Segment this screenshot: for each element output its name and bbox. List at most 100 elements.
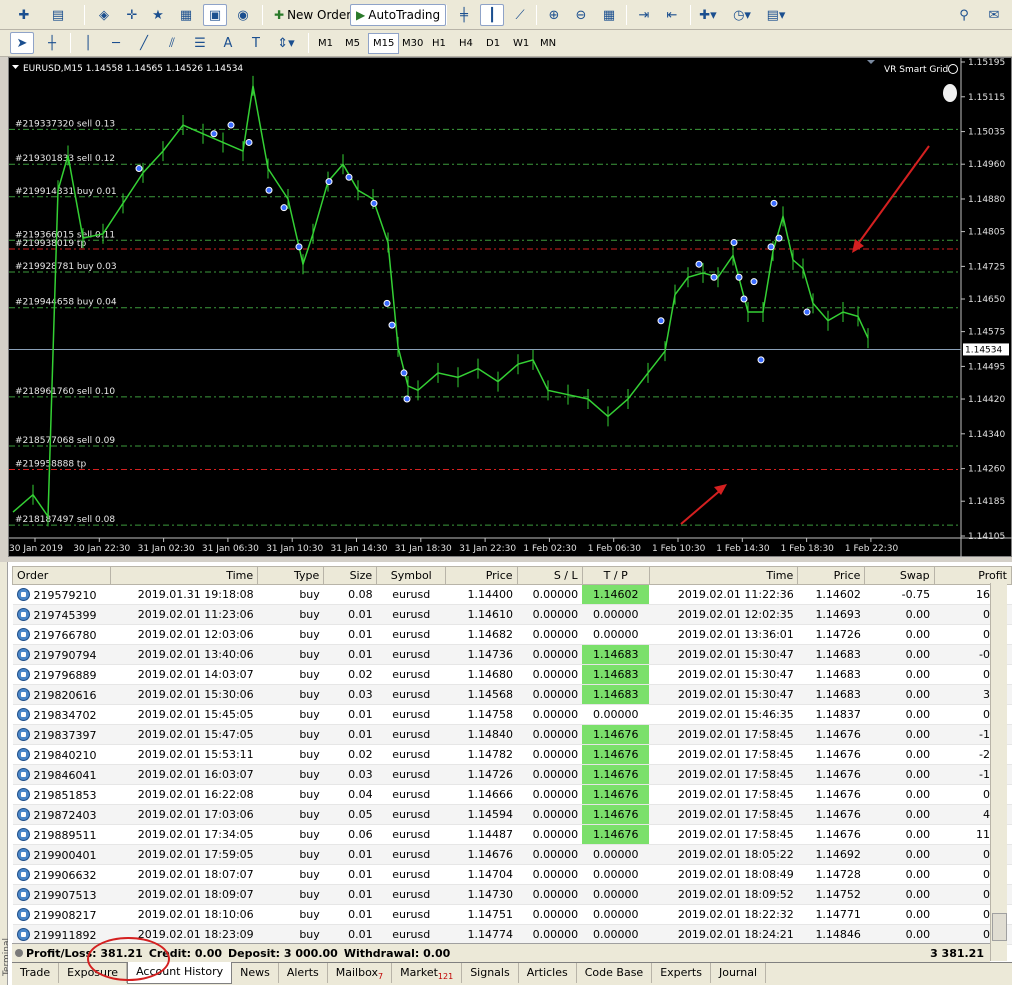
search-icon[interactable]: ⚲ bbox=[952, 4, 976, 26]
text-label-icon[interactable]: T bbox=[244, 32, 268, 54]
terminal-sidebar: Terminal bbox=[0, 562, 12, 985]
tab-market[interactable]: Market121 bbox=[392, 963, 463, 983]
timeframe-h4[interactable]: H4 bbox=[455, 33, 477, 54]
data-window-icon[interactable]: ▦ bbox=[174, 4, 198, 26]
tab-label: News bbox=[240, 966, 270, 979]
column-header-s-l[interactable]: S / L bbox=[516, 566, 583, 585]
smiley-icon bbox=[948, 64, 958, 74]
column-header-profit[interactable]: Profit bbox=[933, 566, 1012, 585]
column-header-swap[interactable]: Swap bbox=[864, 566, 935, 585]
tab-articles[interactable]: Articles bbox=[519, 963, 577, 983]
new-order-button[interactable]: ✚ New Order bbox=[268, 4, 357, 26]
column-header-time[interactable]: Time bbox=[109, 566, 259, 585]
column-header-type[interactable]: Type bbox=[257, 566, 325, 585]
zoom-out-icon[interactable]: ⊖ bbox=[569, 4, 593, 26]
timeframe-m5[interactable]: M5 bbox=[341, 33, 364, 54]
market-watch-icon[interactable]: ◈ bbox=[92, 4, 116, 26]
timeframe-mn[interactable]: MN bbox=[536, 33, 560, 54]
scrollbar-thumb[interactable] bbox=[992, 913, 1007, 941]
table-row[interactable]: 219851853 2019.02.01 16:22:08 buy 0.04 eurus… bbox=[12, 784, 1012, 805]
indicators-icon[interactable]: ✚▾ bbox=[696, 4, 720, 26]
order-cell: 219820616 bbox=[12, 684, 111, 705]
table-row[interactable]: 219900401 2019.02.01 17:59:05 buy 0.01 eurus… bbox=[12, 844, 1012, 865]
table-row[interactable]: 219766780 2019.02.01 12:03:06 buy 0.01 eurus… bbox=[12, 624, 1012, 645]
tab-news[interactable]: News bbox=[232, 963, 279, 983]
column-header-price[interactable]: Price bbox=[797, 566, 866, 585]
order-number: 219851853 bbox=[33, 788, 97, 802]
table-row[interactable]: 219579210 2019.01.31 19:18:08 buy 0.08 eurus… bbox=[12, 584, 1012, 605]
line-chart-icon[interactable]: ⟋ bbox=[508, 4, 532, 26]
candlestick-icon[interactable]: ┃ bbox=[480, 4, 504, 26]
order-cell: 219889511 bbox=[12, 824, 111, 845]
table-row[interactable]: 219790794 2019.02.01 13:40:06 buy 0.01 eurus… bbox=[12, 644, 1012, 665]
zoom-in-icon[interactable]: ⊕ bbox=[542, 4, 566, 26]
table-row[interactable]: 219906632 2019.02.01 18:07:07 buy 0.01 eurus… bbox=[12, 864, 1012, 885]
crosshair-tool-icon[interactable]: ┼ bbox=[40, 32, 64, 54]
table-row[interactable]: 219834702 2019.02.01 15:45:05 buy 0.01 eurus… bbox=[12, 704, 1012, 725]
text-tool-icon[interactable]: A bbox=[216, 32, 240, 54]
order-line-label: #219337320 sell 0.13 bbox=[15, 119, 115, 129]
column-header-symbol[interactable]: Symbol bbox=[376, 566, 447, 585]
column-header-time[interactable]: Time bbox=[648, 566, 799, 585]
horizontal-line-icon[interactable]: ─ bbox=[104, 32, 128, 54]
trendline-icon[interactable]: ╱ bbox=[132, 32, 156, 54]
timeframe-m1[interactable]: M1 bbox=[314, 33, 337, 54]
tab-trade[interactable]: Trade bbox=[12, 963, 60, 983]
current-price-label: 1.14534 bbox=[965, 345, 1002, 355]
vertical-line-icon[interactable]: │ bbox=[76, 32, 100, 54]
timeframe-m30[interactable]: M30 bbox=[398, 33, 427, 54]
table-row[interactable]: 219907513 2019.02.01 18:09:07 buy 0.01 eurus… bbox=[12, 884, 1012, 905]
price-chart[interactable]: 1.15195 1.15115 1.15035 1.14960 1.14880 1.148… bbox=[8, 57, 1012, 558]
timeframe-d1[interactable]: D1 bbox=[482, 33, 504, 54]
equidistant-channel-icon[interactable]: ⫽ bbox=[160, 32, 184, 54]
tile-windows-icon[interactable]: ▦ bbox=[597, 4, 621, 26]
table-row[interactable]: 219846041 2019.02.01 16:03:07 buy 0.03 eurus… bbox=[12, 764, 1012, 785]
table-row[interactable]: 219872403 2019.02.01 17:03:06 buy 0.05 eurus… bbox=[12, 804, 1012, 825]
crosshair-icon[interactable]: ✛ bbox=[120, 4, 144, 26]
table-row[interactable]: 219796889 2019.02.01 14:03:07 buy 0.02 eurus… bbox=[12, 664, 1012, 685]
column-header-price[interactable]: Price bbox=[445, 566, 518, 585]
table-row[interactable]: 219911892 2019.02.01 18:23:09 buy 0.01 eurus… bbox=[12, 924, 1012, 945]
templates-icon[interactable]: ▤▾ bbox=[764, 4, 788, 26]
navigator-icon[interactable]: ★ bbox=[146, 4, 170, 26]
table-row[interactable]: 219840210 2019.02.01 15:53:11 buy 0.02 eurus… bbox=[12, 744, 1012, 765]
cursor-icon[interactable]: ➤ bbox=[10, 32, 34, 54]
autotrading-button[interactable]: ▶ AutoTrading bbox=[350, 4, 447, 26]
table-row[interactable]: 219889511 2019.02.01 17:34:05 buy 0.06 eurus… bbox=[12, 824, 1012, 845]
table-row[interactable]: 219820616 2019.02.01 15:30:06 buy 0.03 eurus… bbox=[12, 684, 1012, 705]
tab-label: Trade bbox=[20, 966, 51, 979]
timeframe-h1[interactable]: H1 bbox=[428, 33, 450, 54]
fibonacci-icon[interactable]: ☰ bbox=[188, 32, 212, 54]
timeframe-m15[interactable]: M15 bbox=[368, 33, 400, 54]
tab-signals[interactable]: Signals bbox=[462, 963, 519, 983]
tab-mailbox[interactable]: Mailbox7 bbox=[328, 963, 393, 983]
terminal-icon[interactable]: ▣ bbox=[203, 4, 227, 26]
tab-alerts[interactable]: Alerts bbox=[279, 963, 328, 983]
vertical-scrollbar[interactable] bbox=[990, 583, 1007, 961]
tab-code-base[interactable]: Code Base bbox=[577, 963, 653, 983]
table-cell: 0.00000 bbox=[517, 704, 583, 725]
tab-label: Articles bbox=[526, 966, 568, 979]
timeframe-w1[interactable]: W1 bbox=[509, 33, 533, 54]
shapes-dropdown-icon[interactable]: ⇕▾ bbox=[274, 32, 298, 54]
chat-icon[interactable]: ✉ bbox=[982, 4, 1006, 26]
bar-chart-icon[interactable]: ╪ bbox=[452, 4, 476, 26]
autoscroll-icon[interactable]: ⇤ bbox=[660, 4, 684, 26]
tab-experts[interactable]: Experts bbox=[652, 963, 711, 983]
chart-shift-icon[interactable]: ⇥ bbox=[632, 4, 656, 26]
new-chart-icon[interactable]: ✚ bbox=[12, 4, 36, 26]
table-row[interactable]: 219837397 2019.02.01 15:47:05 buy 0.01 eurus… bbox=[12, 724, 1012, 745]
order-icon bbox=[16, 927, 30, 941]
order-cell: 219907513 bbox=[12, 884, 111, 905]
column-header-t-p[interactable]: T / P bbox=[581, 566, 650, 585]
profiles-icon[interactable]: ▤ bbox=[46, 4, 70, 26]
periods-icon[interactable]: ◷▾ bbox=[730, 4, 754, 26]
strategy-tester-icon[interactable]: ◉ bbox=[231, 4, 255, 26]
column-header-order[interactable]: Order bbox=[12, 566, 111, 585]
table-row[interactable]: 219908217 2019.02.01 18:10:06 buy 0.01 eurus… bbox=[12, 904, 1012, 925]
table-row[interactable]: 219745399 2019.02.01 11:23:06 buy 0.01 eurus… bbox=[12, 604, 1012, 625]
tab-journal[interactable]: Journal bbox=[711, 963, 767, 983]
column-header-size[interactable]: Size bbox=[323, 566, 378, 585]
time-tick-label: 30 Jan 2019 bbox=[9, 544, 63, 554]
table-cell: 0.00 bbox=[864, 824, 935, 845]
